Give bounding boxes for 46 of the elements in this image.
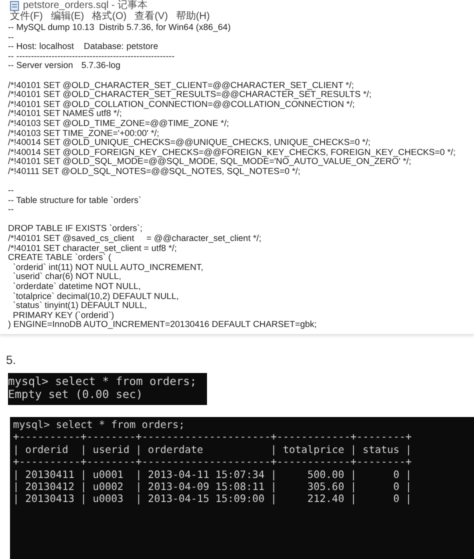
code-line: /*!40101 SET @OLD_SQL_MODE=@@SQL_MODE, SQL_MODE='NO_AUTO_VALUE_ON_ZERO' */;	[8, 157, 412, 167]
code-line: --	[8, 32, 15, 42]
terminal-line: | orderid | userid | orderdate | totalprice | status |	[13, 444, 413, 458]
code-line: /*!40101 SET @OLD_CHARACTER_SET_RESULTS=@@CHARACTER_SET_RESULTS */;	[8, 90, 372, 100]
code-line: /*!40014 SET @OLD_UNIQUE_CHECKS=@@UNIQUE_CHECKS, UNIQUE_CHECKS=0 */;	[8, 138, 372, 148]
code-line: -- Host: localhost Database: petstore	[8, 42, 160, 52]
code-line: -- Server version 5.7.36-log	[8, 61, 122, 71]
code-line: -- ------------------------------------------------------	[8, 52, 176, 62]
menu-item[interactable]: 文件(F)	[10, 11, 43, 22]
code-line: DROP TABLE IF EXISTS `orders`;	[8, 224, 144, 234]
terminal-line: mysql> select * from orders;	[13, 420, 186, 432]
code-line: /*!40101 SET @saved_cs_client = @@character_set_client */;	[8, 234, 262, 244]
code-line: /*!40103 SET TIME_ZONE='+00:00' */;	[8, 128, 160, 138]
code-line: /*!40101 SET character_set_client = utf8 */;	[8, 244, 177, 253]
code-line: /*!40014 SET @OLD_FOREIGN_KEY_CHECKS=@@FOREIGN_KEY_CHECKS, FOREIGN_KEY_CHECKS=0 */;	[8, 148, 457, 157]
code-line: -- Table structure for table `orders`	[8, 196, 142, 206]
code-line: /*!40111 SET @OLD_SQL_NOTES=@@SQL_NOTES, SQL_NOTES=0 */;	[8, 166, 300, 176]
code-line: `orderid` int(11) NOT NULL AUTO_INCREMENT,	[12, 262, 204, 272]
code-line: -- MySQL dump 10.13 Distrib 5.7.36, for Win64 (x86_64)	[8, 23, 232, 33]
terminal-line: +----------+--------+---------------------+------------+--------+	[13, 432, 413, 445]
code-line: CREATE TABLE `orders` (	[8, 253, 112, 263]
code-line: PRIMARY KEY (`orderid`)	[12, 310, 114, 320]
code-line: /*!40101 SET NAMES utf8 */;	[8, 109, 122, 119]
code-line: `status` tinyint(1) DEFAULT NULL,	[12, 301, 148, 311]
notepad-icon	[10, 0, 19, 10]
terminal-line: | 20130413 | u0003 | 2013-04-15 15:09:00 | 212.40 | 0 |	[13, 494, 413, 507]
menu-item[interactable]: 编辑(E)	[50, 11, 84, 22]
terminal-line: | 20130411 | u0001 | 2013-04-11 15:07:34 | 500.00 | 0 |	[13, 470, 413, 482]
code-line: /*!40103 SET @OLD_TIME_ZONE=@@TIME_ZONE */;	[8, 118, 230, 129]
terminal-line: | 20130412 | u0002 | 2013-04-09 15:08:11 | 305.60 | 0 |	[13, 482, 413, 494]
code-line: --	[8, 205, 15, 215]
code-line: --	[8, 186, 15, 196]
code-line: ) ENGINE=InnoDB AUTO_INCREMENT=20130416 DEFAULT CHARSET=gbk;	[8, 320, 318, 330]
menu-item[interactable]: 查看(V)	[134, 11, 168, 22]
code-line: `userid` char(6) NOT NULL,	[12, 272, 122, 282]
window-title: petstore_orders.sql - 记事本	[23, 0, 148, 11]
code-line: `totalprice` decimal(10,2) DEFAULT NULL,	[12, 292, 180, 302]
step-number: 5.	[6, 353, 18, 367]
terminal-line: mysql> select * from orders;	[8, 375, 198, 388]
menu-item[interactable]: 帮助(H)	[176, 11, 210, 22]
menu-item[interactable]: 格式(O)	[92, 11, 127, 22]
code-line: /*!40101 SET @OLD_COLLATION_CONNECTION=@@COLLATION_CONNECTION */;	[8, 100, 355, 110]
terminal-line: +----------+--------+---------------------+------------+--------+	[13, 457, 413, 470]
terminal-line: Empty set (0.00 sec)	[8, 388, 144, 401]
code-line: /*!40101 SET @OLD_CHARACTER_SET_CLIENT=@@CHARACTER_SET_CLIENT */;	[8, 80, 354, 90]
code-line: `orderdate` datetime NOT NULL,	[12, 282, 142, 292]
